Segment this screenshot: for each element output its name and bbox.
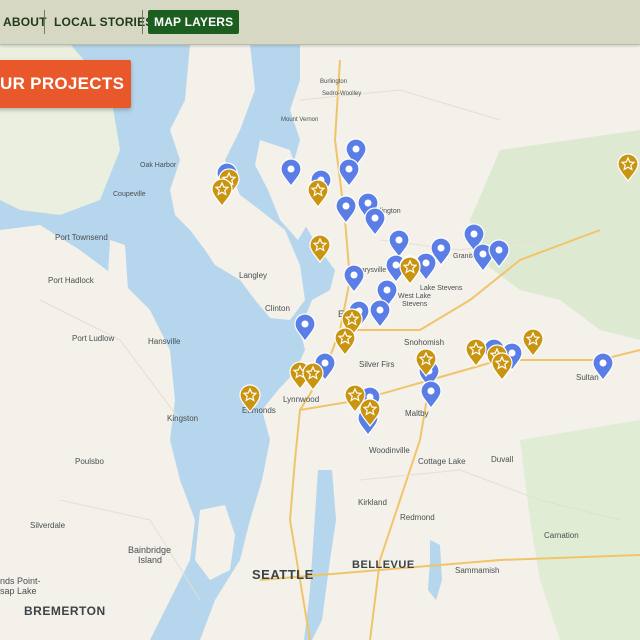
projects-button[interactable]: UR PROJECTS xyxy=(0,60,131,108)
nav-about[interactable]: ABOUT xyxy=(3,10,47,34)
top-nav-bar: ABOUT LOCAL STORIES MAP LAYERS xyxy=(0,0,640,45)
label-bainbridge: Bainbridge xyxy=(128,545,171,555)
label-kingston: Kingston xyxy=(167,414,198,423)
label-hansville: Hansville xyxy=(148,337,181,346)
label-sammamish: Sammamish xyxy=(455,566,499,575)
label-port-ludlow: Port Ludlow xyxy=(72,334,114,343)
label-ends-point: nds Point- xyxy=(0,576,41,586)
nav-divider xyxy=(142,10,143,34)
label-stevens: Stevens xyxy=(402,301,428,308)
label-port-townsend: Port Townsend xyxy=(55,233,108,242)
label-snohomish: Snohomish xyxy=(404,338,444,347)
label-poulsbo: Poulsbo xyxy=(75,457,104,466)
label-port-hadlock: Port Hadlock xyxy=(48,276,95,285)
label-coupeville: Coupeville xyxy=(113,191,146,198)
nav-divider xyxy=(44,10,45,34)
label-silverdale: Silverdale xyxy=(30,521,66,530)
label-sap-lake: sap Lake xyxy=(0,586,37,596)
label-carnation: Carnation xyxy=(544,531,579,540)
nav-map-layers[interactable]: MAP LAYERS xyxy=(148,10,240,34)
label-lake-stevens: Lake Stevens xyxy=(420,285,463,292)
label-silver-firs: Silver Firs xyxy=(359,360,395,369)
label-langley: Langley xyxy=(239,271,267,280)
label-kirkland: Kirkland xyxy=(358,498,387,507)
label-redmond: Redmond xyxy=(400,513,435,522)
label-maltby: Maltby xyxy=(405,409,429,418)
label-west-lake: West Lake xyxy=(398,293,431,300)
label-woodinville: Woodinville xyxy=(369,446,410,455)
label-duvall: Duvall xyxy=(491,455,513,464)
label-bellevue: BELLEVUE xyxy=(352,559,415,571)
label-seattle: SEATTLE xyxy=(252,567,314,582)
label-bremerton: BREMERTON xyxy=(24,604,106,618)
label-lynnwood: Lynnwood xyxy=(283,395,319,404)
label-cottage-lake: Cottage Lake xyxy=(418,457,466,466)
label-sedro-woolley: Sedro-Woolley xyxy=(322,91,361,97)
nav-local-stories[interactable]: LOCAL STORIES xyxy=(54,10,154,34)
label-oak-harbor: Oak Harbor xyxy=(140,162,177,169)
label-island: Island xyxy=(138,555,162,565)
label-mount-vernon: Mount Vernon xyxy=(281,117,318,123)
label-burlington: Burlington xyxy=(320,79,347,85)
label-sultan: Sultan xyxy=(576,373,599,382)
label-clinton: Clinton xyxy=(265,304,290,313)
